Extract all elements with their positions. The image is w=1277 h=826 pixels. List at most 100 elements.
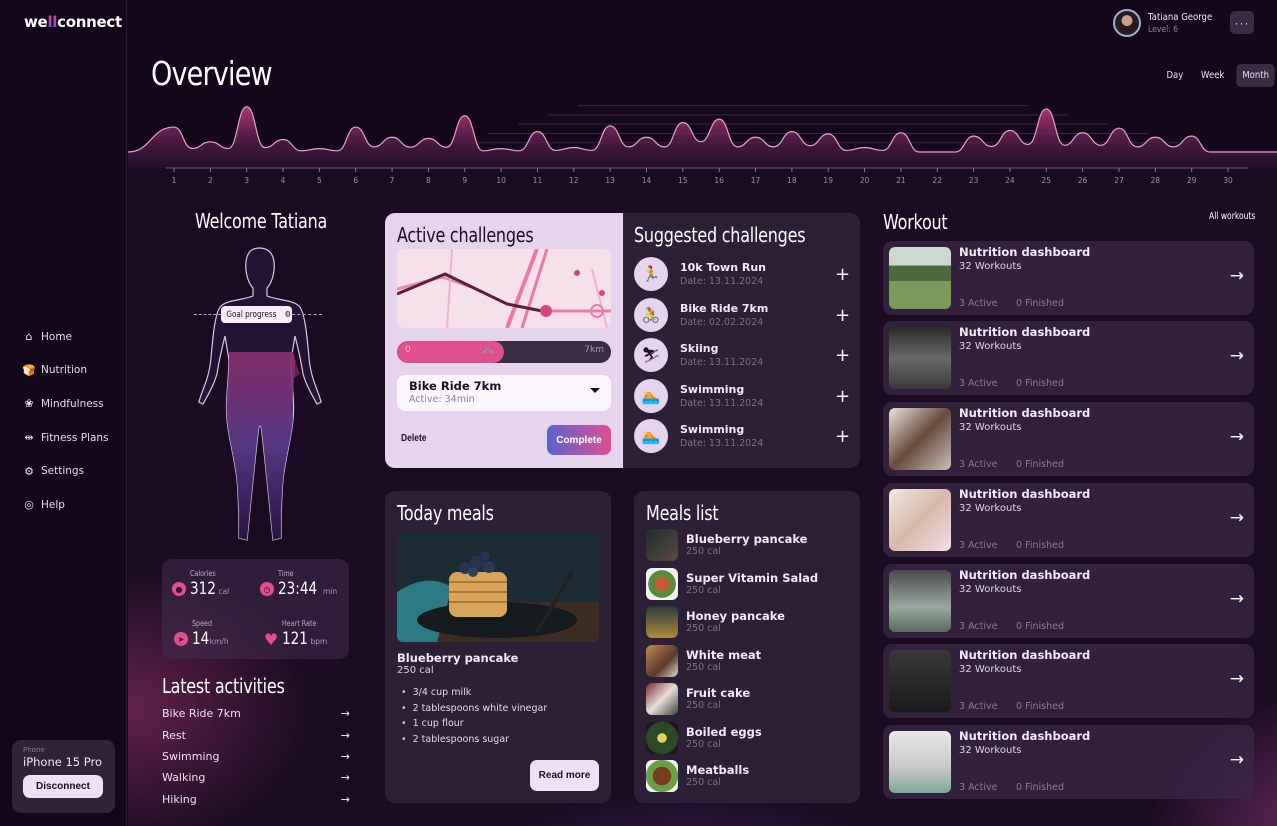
suggested-item: 🏊 Swimming Date: 13.11.2024 + bbox=[634, 378, 850, 414]
more-options-button[interactable]: ··· bbox=[1230, 11, 1254, 34]
activity-item[interactable]: Bike Ride 7km → bbox=[162, 703, 350, 724]
today-meals-card: Today meals Blueberry pancake 250 cal 3/… bbox=[385, 491, 611, 803]
workout-thumbnail bbox=[889, 731, 951, 793]
sidebar-item-mindfulness[interactable]: ❀ Mindfulness bbox=[23, 387, 109, 421]
meal-item[interactable]: Meatballs 250 cal bbox=[646, 759, 749, 792]
workout-card[interactable]: Nutrition dashboard 32 Workouts 3 Active 0 … bbox=[883, 241, 1254, 315]
x-tick-label: 9 bbox=[462, 176, 467, 185]
suggested-date: Date: 13.11.2024 bbox=[680, 276, 764, 287]
meal-item[interactable]: Honey pancake 250 cal bbox=[646, 605, 785, 638]
sidebar-item-home[interactable]: ⌂ Home bbox=[23, 320, 109, 354]
meal-calories: 250 cal bbox=[686, 777, 721, 788]
bike-icon: 🚲 bbox=[482, 344, 495, 355]
stat-label: Time bbox=[278, 569, 294, 578]
workout-finished: 0 Finished bbox=[1016, 298, 1064, 309]
x-tick-label: 30 bbox=[1223, 176, 1233, 185]
meal-item[interactable]: White meat 250 cal bbox=[646, 644, 761, 677]
suggested-challenges-title: Suggested challenges bbox=[634, 223, 806, 247]
stats-card: Calories ● 312 cal Time ◷ 23:44 min Speed ➤ 1… bbox=[162, 559, 349, 659]
x-tick-label: 24 bbox=[1005, 176, 1015, 185]
complete-button[interactable]: Complete bbox=[547, 425, 611, 455]
sidebar-item-settings[interactable]: ⚙ Settings bbox=[23, 454, 109, 488]
disconnect-button[interactable]: Disconnect bbox=[23, 775, 103, 798]
workout-card[interactable]: Nutrition dashboard 32 Workouts 3 Active 0 … bbox=[883, 725, 1254, 799]
add-challenge-icon[interactable]: + bbox=[835, 426, 850, 447]
workout-card-title: Nutrition dashboard bbox=[959, 245, 1091, 259]
workout-finished: 0 Finished bbox=[1016, 459, 1064, 470]
x-tick-label: 23 bbox=[969, 176, 979, 185]
meal-item[interactable]: Boiled eggs 250 cal bbox=[646, 721, 762, 754]
add-challenge-icon[interactable]: + bbox=[835, 264, 850, 285]
add-challenge-icon[interactable]: + bbox=[835, 345, 850, 366]
arrow-right-icon: → bbox=[340, 728, 350, 742]
flame-icon: ● bbox=[172, 582, 186, 596]
meal-name: Blueberry pancake bbox=[686, 532, 808, 546]
arrow-right-icon[interactable]: → bbox=[1230, 427, 1244, 447]
stat-value: 312 bbox=[190, 579, 216, 599]
lifebuoy-icon: ◎ bbox=[24, 498, 34, 512]
workout-thumbnail bbox=[889, 327, 951, 389]
range-month-tab[interactable]: Month bbox=[1236, 64, 1276, 87]
compass-icon: ➤ bbox=[174, 632, 188, 646]
workout-active: 3 Active bbox=[959, 378, 998, 389]
stat-time: Time ◷ 23:44 min bbox=[260, 569, 337, 599]
stat-value: 121 bbox=[282, 629, 308, 649]
delete-button[interactable]: Delete bbox=[401, 433, 427, 444]
sidebar-item-fitness-plans[interactable]: ⇹ Fitness Plans bbox=[23, 421, 108, 455]
sidebar-item-help[interactable]: ◎ Help bbox=[23, 488, 109, 522]
meal-photo bbox=[397, 532, 599, 642]
arrow-right-icon[interactable]: → bbox=[1230, 750, 1244, 770]
workout-active: 3 Active bbox=[959, 621, 998, 632]
sidebar-item-label: Home bbox=[41, 330, 73, 343]
workout-card-title: Nutrition dashboard bbox=[959, 325, 1091, 339]
workout-card[interactable]: Nutrition dashboard 32 Workouts 3 Active 0 … bbox=[883, 402, 1254, 476]
meal-item[interactable]: Fruit cake 250 cal bbox=[646, 682, 750, 715]
activity-item[interactable]: Walking → bbox=[162, 767, 350, 788]
arrow-right-icon[interactable]: → bbox=[1230, 669, 1244, 689]
arrow-right-icon[interactable]: → bbox=[1230, 589, 1244, 609]
challenge-select-title: Bike Ride 7km bbox=[409, 379, 502, 393]
arrow-right-icon[interactable]: → bbox=[1230, 346, 1244, 366]
activity-item[interactable]: Swimming → bbox=[162, 746, 350, 767]
add-challenge-icon[interactable]: + bbox=[835, 386, 850, 407]
goal-progress-badge[interactable]: Goal progress ⚙ bbox=[221, 306, 292, 323]
workout-thumbnail bbox=[889, 570, 951, 632]
all-workouts-link[interactable]: All workouts bbox=[1209, 211, 1255, 222]
body-figure bbox=[198, 247, 322, 541]
cycling-icon: 🚴 bbox=[634, 298, 668, 332]
sidebar-item-label: Mindfulness bbox=[41, 397, 104, 410]
range-selector: Day Week Month bbox=[1158, 64, 1277, 87]
read-more-button[interactable]: Read more bbox=[530, 760, 599, 791]
workout-card[interactable]: Nutrition dashboard 32 Workouts 3 Active 0 … bbox=[883, 644, 1254, 718]
activity-item[interactable]: Rest → bbox=[162, 724, 350, 745]
x-tick-label: 20 bbox=[860, 176, 870, 185]
meal-item[interactable]: Blueberry pancake 250 cal bbox=[646, 528, 807, 561]
meal-name: Super Vitamin Salad bbox=[686, 571, 819, 585]
activity-label: Bike Ride 7km bbox=[162, 707, 241, 721]
app-logo[interactable]: wellconnect bbox=[24, 13, 122, 31]
arrow-right-icon[interactable]: → bbox=[1230, 266, 1244, 286]
sidebar-item-nutrition[interactable]: 🍞 Nutrition bbox=[22, 354, 109, 388]
workout-card-title: Nutrition dashboard bbox=[959, 568, 1091, 582]
meal-item[interactable]: Super Vitamin Salad 250 cal bbox=[646, 567, 818, 600]
progress-start-label: 0 bbox=[405, 345, 411, 355]
workout-card[interactable]: Nutrition dashboard 32 Workouts 3 Active 0 … bbox=[883, 564, 1254, 638]
goal-line-right bbox=[292, 314, 322, 315]
workout-card[interactable]: Nutrition dashboard 32 Workouts 3 Active 0 … bbox=[883, 321, 1254, 395]
stat-heart-rate: Heart Rate ♥ 121 bpm bbox=[264, 619, 327, 649]
route-map[interactable] bbox=[397, 249, 611, 328]
x-tick-label: 7 bbox=[390, 176, 395, 185]
user-profile[interactable]: Tatiana George Level: 6 bbox=[1113, 9, 1224, 37]
range-week-tab[interactable]: Week bbox=[1195, 64, 1230, 87]
home-icon: ⌂ bbox=[25, 330, 33, 344]
meal-name: White meat bbox=[686, 648, 762, 662]
workout-card[interactable]: Nutrition dashboard 32 Workouts 3 Active 0 … bbox=[883, 483, 1254, 557]
latest-activities-list: Bike Ride 7km → Rest → Swimming → Walking → … bbox=[162, 703, 350, 810]
arrow-right-icon[interactable]: → bbox=[1230, 508, 1244, 528]
challenge-select[interactable]: Bike Ride 7km Active: 34min bbox=[397, 375, 611, 411]
workout-card-title: Nutrition dashboard bbox=[959, 406, 1091, 420]
add-challenge-icon[interactable]: + bbox=[835, 305, 850, 326]
range-day-tab[interactable]: Day bbox=[1161, 64, 1190, 87]
user-name: Tatiana George bbox=[1148, 11, 1213, 23]
activity-item[interactable]: Hiking → bbox=[162, 789, 350, 810]
